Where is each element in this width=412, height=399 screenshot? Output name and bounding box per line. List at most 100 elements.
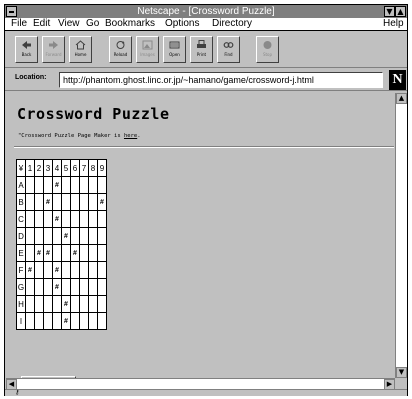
- print-button[interactable]: Print: [190, 36, 213, 63]
- grid-cell[interactable]: [43, 295, 53, 313]
- grid-cell[interactable]: [70, 261, 80, 279]
- grid-cell[interactable]: [88, 261, 98, 279]
- scroll-left-arrow-icon: ◀: [8, 380, 15, 388]
- grid-cell[interactable]: [79, 210, 89, 228]
- reload-button[interactable]: Reload: [109, 36, 132, 63]
- grid-cell[interactable]: [79, 278, 89, 296]
- grid-cell[interactable]: [70, 227, 80, 245]
- grid-cell[interactable]: [79, 312, 89, 330]
- grid-cell[interactable]: [97, 244, 107, 262]
- grid-cell[interactable]: [88, 295, 98, 313]
- grid-cell[interactable]: [52, 227, 62, 245]
- location-input[interactable]: http://phantom.ghost.linc.or.jp/~hamano/…: [59, 72, 383, 88]
- grid-cell[interactable]: [25, 193, 35, 211]
- grid-cell[interactable]: [61, 261, 71, 279]
- scroll-up-button[interactable]: ▲: [396, 93, 407, 104]
- grid-cell[interactable]: [79, 295, 89, 313]
- horizontal-scrollbar[interactable]: ◀ ▶: [6, 378, 395, 390]
- forward-button[interactable]: Forward: [42, 36, 65, 63]
- grid-cell[interactable]: [25, 210, 35, 228]
- grid-cell[interactable]: [43, 261, 53, 279]
- grid-cell[interactable]: [25, 312, 35, 330]
- grid-cell[interactable]: [88, 312, 98, 330]
- menu-help[interactable]: Help: [383, 18, 404, 30]
- grid-cell[interactable]: [34, 176, 44, 194]
- title-bar[interactable]: Netscape - [Crossword Puzzle] ▼ ▲: [5, 5, 407, 18]
- stop-button[interactable]: Stop: [256, 36, 279, 63]
- minimize-button[interactable]: ▼: [384, 6, 395, 17]
- grid-cell[interactable]: [70, 210, 80, 228]
- scroll-right-arrow-icon: ▶: [386, 380, 393, 388]
- back-button[interactable]: Back: [15, 36, 38, 63]
- back-label: Back: [21, 52, 32, 57]
- grid-cell[interactable]: [43, 176, 53, 194]
- menu-bookmarks[interactable]: Bookmarks: [105, 18, 155, 30]
- grid-cell[interactable]: [61, 210, 71, 228]
- grid-cell[interactable]: [97, 278, 107, 296]
- grid-cell[interactable]: [61, 193, 71, 211]
- menu-view[interactable]: View: [58, 18, 80, 30]
- grid-cell[interactable]: [43, 210, 53, 228]
- grid-cell[interactable]: [25, 176, 35, 194]
- grid-cell[interactable]: [88, 176, 98, 194]
- grid-cell[interactable]: [34, 312, 44, 330]
- grid-cell[interactable]: [70, 193, 80, 211]
- grid-cell[interactable]: [52, 312, 62, 330]
- grid-cell[interactable]: [88, 193, 98, 211]
- menu-edit[interactable]: Edit: [33, 18, 50, 30]
- grid-cell[interactable]: [61, 244, 71, 262]
- grid-cell[interactable]: [52, 193, 62, 211]
- menu-file[interactable]: File: [11, 18, 27, 30]
- grid-cell[interactable]: [52, 295, 62, 313]
- scroll-down-button[interactable]: ▼: [396, 367, 407, 378]
- menu-go[interactable]: Go: [86, 18, 99, 30]
- grid-cell[interactable]: [79, 176, 89, 194]
- open-button[interactable]: Open: [163, 36, 186, 63]
- grid-cell[interactable]: [97, 312, 107, 330]
- grid-cell[interactable]: [97, 176, 107, 194]
- grid-cell[interactable]: [34, 278, 44, 296]
- grid-cell[interactable]: [88, 278, 98, 296]
- page-maker-link[interactable]: here: [124, 133, 137, 139]
- grid-block-cell: #: [97, 193, 107, 211]
- grid-cell[interactable]: [61, 176, 71, 194]
- grid-cell[interactable]: [97, 227, 107, 245]
- grid-cell[interactable]: [70, 312, 80, 330]
- grid-cell[interactable]: [88, 210, 98, 228]
- grid-cell[interactable]: [34, 210, 44, 228]
- find-label: Find: [224, 52, 233, 57]
- grid-cell[interactable]: [97, 261, 107, 279]
- grid-cell[interactable]: [97, 210, 107, 228]
- grid-cell[interactable]: [61, 278, 71, 296]
- grid-cell[interactable]: [34, 193, 44, 211]
- grid-cell[interactable]: [70, 295, 80, 313]
- images-button[interactable]: Images: [136, 36, 159, 63]
- home-button[interactable]: Home: [69, 36, 92, 63]
- grid-cell[interactable]: [79, 261, 89, 279]
- grid-cell[interactable]: [34, 295, 44, 313]
- grid-cell[interactable]: [25, 295, 35, 313]
- grid-cell[interactable]: [34, 261, 44, 279]
- find-button[interactable]: Find: [217, 36, 240, 63]
- grid-cell[interactable]: [43, 278, 53, 296]
- grid-cell[interactable]: [70, 278, 80, 296]
- grid-cell[interactable]: [97, 295, 107, 313]
- grid-cell[interactable]: [79, 227, 89, 245]
- grid-cell[interactable]: [25, 278, 35, 296]
- grid-cell[interactable]: [34, 227, 44, 245]
- grid-cell[interactable]: [88, 244, 98, 262]
- vertical-scrollbar[interactable]: ▲ ▼: [395, 93, 407, 378]
- grid-cell[interactable]: [43, 312, 53, 330]
- grid-cell[interactable]: [25, 244, 35, 262]
- grid-cell[interactable]: [70, 176, 80, 194]
- grid-cell[interactable]: [43, 227, 53, 245]
- grid-cell[interactable]: [25, 227, 35, 245]
- menu-directory[interactable]: Directory: [212, 18, 252, 30]
- maximize-button[interactable]: ▲: [395, 6, 406, 17]
- grid-cell[interactable]: [88, 227, 98, 245]
- menu-options[interactable]: Options: [165, 18, 199, 30]
- grid-cell[interactable]: [52, 244, 62, 262]
- page-note-end: .: [137, 133, 141, 139]
- grid-cell[interactable]: [79, 244, 89, 262]
- grid-cell[interactable]: [79, 193, 89, 211]
